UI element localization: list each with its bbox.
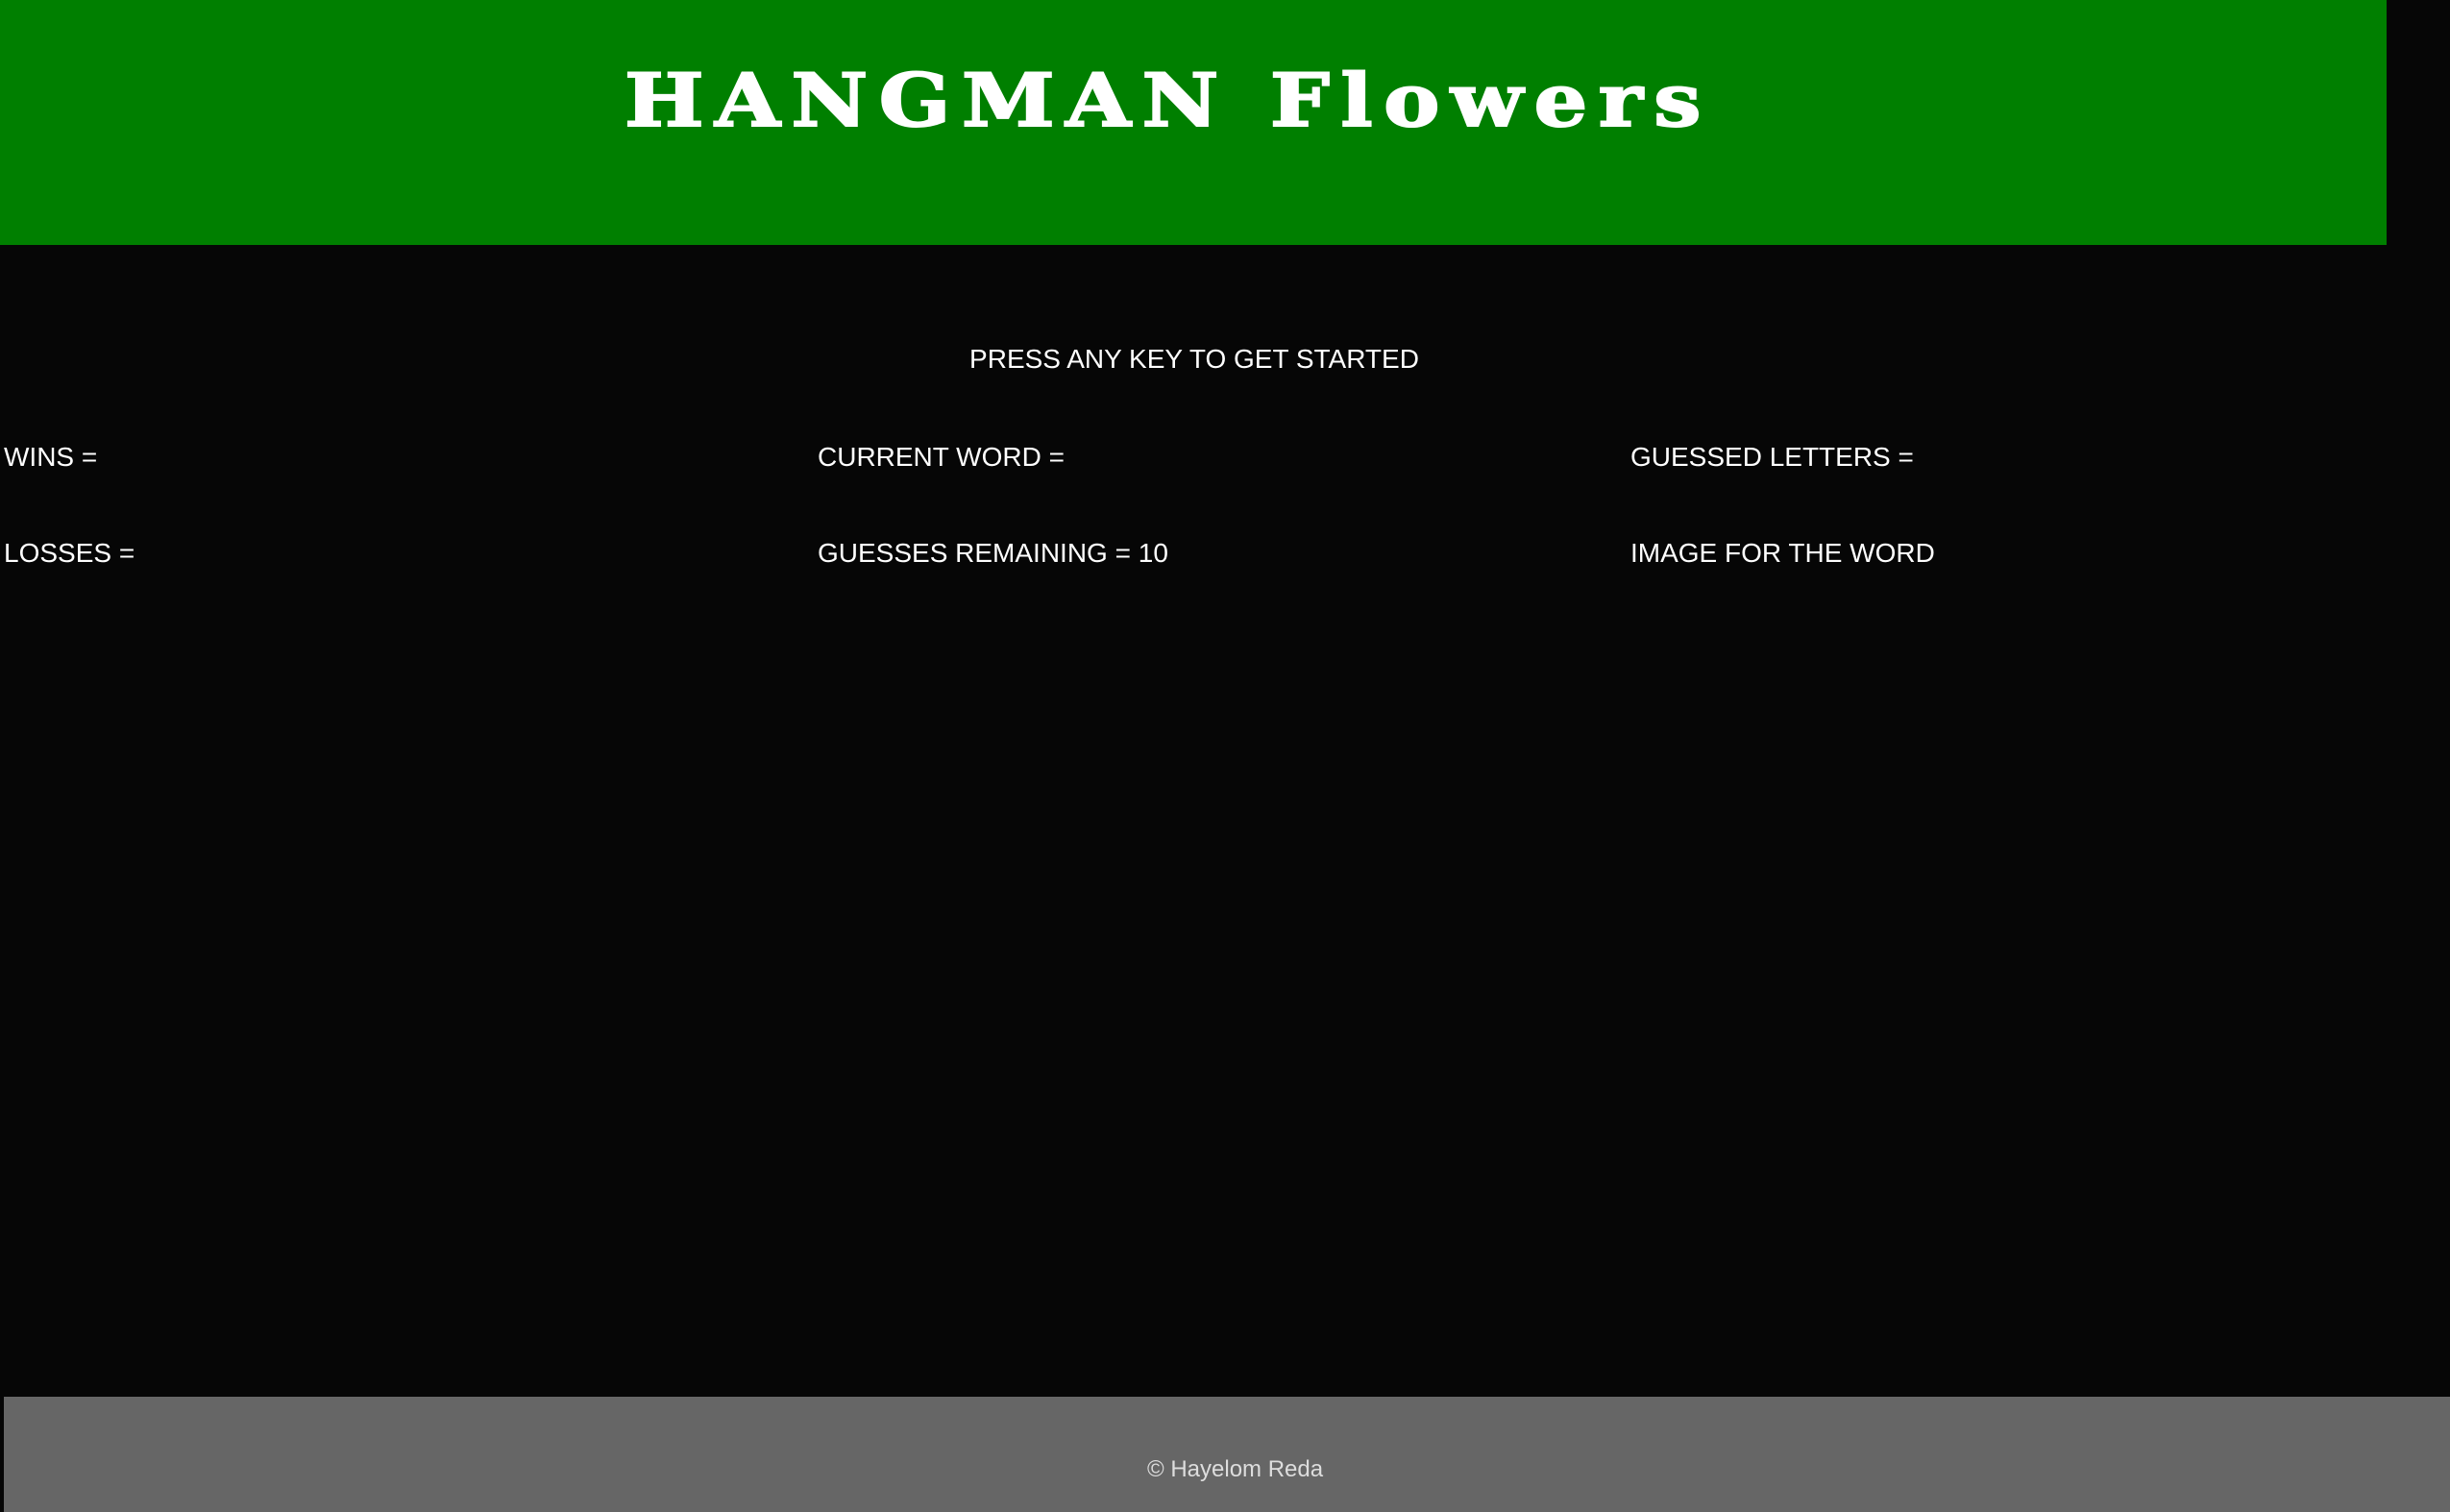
losses-label: LOSSES =: [4, 538, 135, 568]
word-image-label: IMAGE FOR THE WORD: [1630, 538, 1935, 568]
copyright-text: © Hayelom Reda: [1147, 1456, 1324, 1482]
current-word-label: CURRENT WORD =: [818, 442, 1065, 472]
guessed-letters-label: GUESSED LETTERS =: [1630, 442, 1914, 472]
start-prompt: PRESS ANY KEY TO GET STARTED: [969, 344, 1419, 374]
guesses-remaining-label: GUESSES REMAINING = 10: [818, 538, 1168, 568]
page: HANGMAN Flowers PRESS ANY KEY TO GET STA…: [0, 0, 2450, 1512]
wins-label: WINS =: [4, 442, 98, 472]
footer: © Hayelom Reda: [4, 1397, 2450, 1512]
header-banner: HANGMAN Flowers: [0, 0, 2387, 245]
page-title: HANGMAN Flowers: [624, 57, 1712, 144]
